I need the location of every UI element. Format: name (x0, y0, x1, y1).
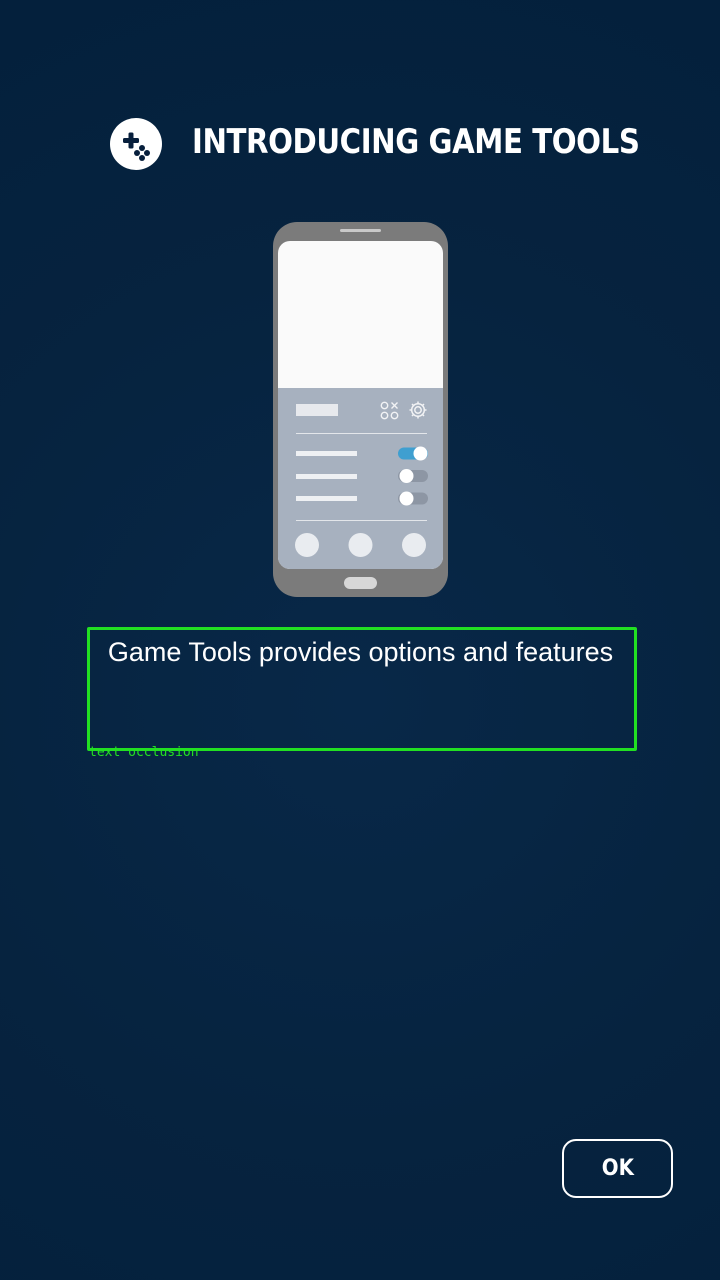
text-occlusion-box (87, 627, 637, 751)
ok-button[interactable]: OK (562, 1139, 673, 1198)
page-title: INTRODUCING GAME TOOLS (192, 122, 640, 162)
toggle-on-icon (398, 446, 428, 461)
phone-speaker (340, 229, 381, 232)
dialog-header: INTRODUCING GAME TOOLS (0, 108, 720, 178)
game-tools-panel (278, 388, 443, 569)
game-controller-icon (110, 118, 162, 170)
phone-home-button (344, 577, 377, 589)
toggle-off-icon (398, 469, 428, 483)
phone-screen (278, 241, 443, 569)
phone-illustration (273, 222, 448, 597)
settings-gear-icon (409, 401, 427, 419)
toggle-off-icon (398, 491, 428, 506)
ok-button-label: OK (601, 1156, 634, 1181)
text-occlusion-label: text occlusion (89, 745, 199, 760)
game-mode-icon (380, 401, 399, 420)
